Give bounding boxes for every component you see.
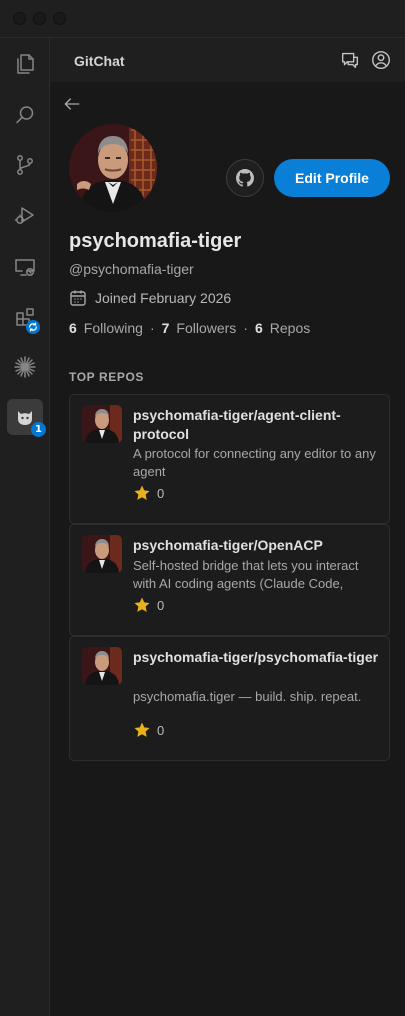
account-icon xyxy=(372,51,390,69)
profile-display-name: psychomafia-tiger xyxy=(69,230,242,252)
chat-icon xyxy=(341,52,359,69)
activity-gitchat[interactable]: 1 xyxy=(0,394,50,440)
stats-separator: · xyxy=(149,320,155,336)
activity-source-control[interactable] xyxy=(0,142,50,188)
joined-date: Joined February 2026 xyxy=(69,289,231,307)
star-count: 0 xyxy=(157,722,165,738)
activity-sparkle[interactable] xyxy=(0,344,50,390)
github-link-button[interactable] xyxy=(226,159,264,197)
repos-label: Repos xyxy=(269,320,311,336)
activity-explorer[interactable] xyxy=(0,41,50,87)
top-repos-heading: TOP REPOS xyxy=(69,370,144,384)
view-title: GitChat xyxy=(74,53,125,69)
profile-avatar xyxy=(69,124,157,212)
minimize-window-button[interactable] xyxy=(33,12,46,25)
repo-stars: 0 xyxy=(133,484,164,502)
activity-extensions[interactable] xyxy=(0,294,50,340)
repo-description: Self-hosted bridge that lets you interac… xyxy=(133,558,359,591)
repo-description: psychomafia.tiger — build. ship. repeat. xyxy=(133,689,362,704)
source-control-icon xyxy=(17,155,33,175)
repo-stars: 0 xyxy=(133,596,164,614)
files-icon xyxy=(17,54,34,74)
activity-remote-explorer[interactable] xyxy=(0,244,50,290)
search-icon xyxy=(16,106,34,124)
repos-count: 6 xyxy=(254,320,263,336)
profile-stats: 6 Following · 7 Followers · 6 Repos xyxy=(69,320,310,336)
joined-text: Joined February 2026 xyxy=(95,290,232,306)
sync-badge xyxy=(26,320,40,334)
followers-label: Followers xyxy=(176,320,237,336)
following-stat[interactable]: 6 Following xyxy=(69,320,143,336)
star-icon xyxy=(134,597,150,612)
repo-card[interactable]: psychomafia-tiger/OpenACP Self-hosted br… xyxy=(69,524,390,636)
sync-icon xyxy=(29,322,37,332)
github-icon xyxy=(236,169,254,187)
repo-description: A protocol for connecting any editor to … xyxy=(133,446,376,479)
back-button[interactable] xyxy=(62,94,82,114)
activity-search[interactable] xyxy=(0,92,50,138)
zoom-window-button[interactable] xyxy=(53,12,66,25)
chat-button[interactable] xyxy=(339,49,361,71)
calendar-icon xyxy=(70,290,86,306)
following-label: Following xyxy=(83,320,143,336)
repo-card[interactable]: psychomafia-tiger/agent-client-protocol … xyxy=(69,394,390,524)
notification-badge: 1 xyxy=(31,422,46,437)
star-count: 0 xyxy=(157,597,165,613)
star-count: 0 xyxy=(157,485,165,501)
followers-count: 7 xyxy=(161,320,170,336)
arrow-left-icon xyxy=(64,98,80,110)
repo-owner-avatar xyxy=(82,405,122,443)
repo-owner-avatar xyxy=(82,647,122,685)
edit-profile-button[interactable]: Edit Profile xyxy=(274,159,390,197)
stats-separator: · xyxy=(243,320,248,336)
repos-stat[interactable]: 6 Repos xyxy=(255,320,310,336)
repo-card[interactable]: psychomafia-tiger/psychomafia-tiger psyc… xyxy=(69,636,390,761)
close-window-button[interactable] xyxy=(13,12,26,25)
sparkle-icon xyxy=(14,356,36,378)
repo-owner-avatar xyxy=(82,535,122,573)
run-debug-icon xyxy=(14,207,34,224)
followers-stat[interactable]: 7 Followers xyxy=(162,320,237,336)
repo-name[interactable]: psychomafia-tiger/psychomafia-tiger xyxy=(133,648,383,667)
window-titlebar xyxy=(0,0,405,38)
repo-name[interactable]: psychomafia-tiger/agent-client-protocol xyxy=(133,406,383,444)
following-count: 6 xyxy=(69,320,77,336)
repo-name[interactable]: psychomafia-tiger/OpenACP xyxy=(133,536,383,555)
repo-stars: 0 xyxy=(133,721,164,739)
remote-explorer-icon xyxy=(15,259,35,277)
profile-view: Edit Profile psychomafia-tiger @psychoma… xyxy=(50,82,405,1016)
activity-run-debug[interactable] xyxy=(0,192,50,238)
activity-bar: 1 xyxy=(0,38,50,1016)
star-icon xyxy=(134,485,150,500)
star-icon xyxy=(134,722,150,737)
account-button[interactable] xyxy=(370,49,392,71)
view-header: GitChat xyxy=(50,38,405,82)
profile-handle: @psychomafia-tiger xyxy=(69,261,194,277)
